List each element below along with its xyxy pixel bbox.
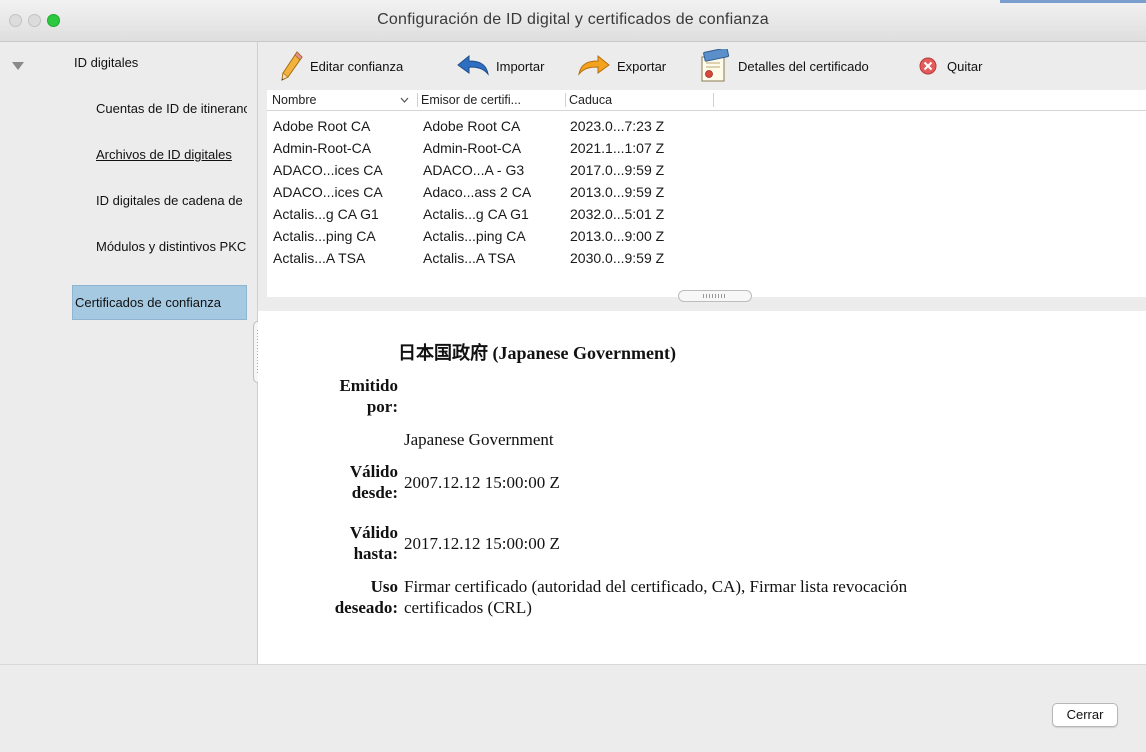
column-header-expires[interactable]: Caduca xyxy=(569,93,709,107)
table-row[interactable]: Admin-Root-CA Admin-Root-CA 2021.1...1:0… xyxy=(267,138,1146,159)
sidebar-item-id-digitales[interactable]: ID digitales xyxy=(74,55,138,70)
cell-expires: 2030.0...9:59 Z xyxy=(570,250,665,266)
column-divider[interactable] xyxy=(713,93,714,107)
title-bar: Configuración de ID digital y certificad… xyxy=(0,0,1146,42)
intended-usage-value: Firmar certificado (autoridad del certif… xyxy=(404,577,908,617)
valid-to-value: 2017.12.12 15:00:00 Z xyxy=(404,534,560,553)
certificate-table: Nombre Emisor de certifi... Caduca Adobe… xyxy=(267,90,1146,298)
cell-expires: 2023.0...7:23 Z xyxy=(570,118,665,134)
import-label: Importar xyxy=(496,58,545,74)
certificate-details-icon xyxy=(701,49,730,82)
cell-name: Actalis...ping CA xyxy=(273,228,376,244)
cell-expires: 2032.0...5:01 Z xyxy=(570,206,665,222)
table-row[interactable]: Adobe Root CA Adobe Root CA 2023.0...7:2… xyxy=(267,116,1146,137)
valid-from-label: Válido desde: xyxy=(349,462,398,502)
valid-from-value: 2007.12.12 15:00:00 Z xyxy=(404,473,560,492)
remove-button[interactable]: Quitar xyxy=(919,42,982,90)
issued-by-label: Emitido por: xyxy=(339,376,398,416)
import-arrow-icon xyxy=(457,54,489,76)
sidebar-item-label: Certificados de confianza xyxy=(75,295,221,310)
table-header: Nombre Emisor de certifi... Caduca xyxy=(267,90,1146,111)
cell-issuer: ADACO...A - G3 xyxy=(423,162,525,178)
table-row[interactable]: Actalis...ping CA Actalis...ping CA 2013… xyxy=(267,226,1146,247)
cell-name: Admin-Root-CA xyxy=(273,140,372,156)
export-button[interactable]: Exportar xyxy=(577,42,666,90)
table-row[interactable]: Actalis...A TSA Actalis...A TSA 2030.0..… xyxy=(267,248,1146,269)
certificate-subject-title: 日本国政府 (Japanese Government) xyxy=(398,343,676,363)
table-row[interactable]: Actalis...g CA G1 Actalis...g CA G1 2032… xyxy=(267,204,1146,225)
sidebar: ID digitales Cuentas de ID de itineranci… xyxy=(0,42,258,664)
table-row[interactable]: ADACO...ices CA ADACO...A - G3 2017.0...… xyxy=(267,160,1146,181)
cell-issuer: Actalis...ping CA xyxy=(423,228,526,244)
cell-issuer: Actalis...A TSA xyxy=(423,250,516,266)
sidebar-item-pkcs11-modules[interactable]: Módulos y distintivos PKCS#11 xyxy=(96,239,247,254)
window-title: Configuración de ID digital y certificad… xyxy=(377,11,769,28)
cell-issuer: Adaco...ass 2 CA xyxy=(423,184,532,200)
column-divider[interactable] xyxy=(565,93,566,107)
sidebar-item-keychain-ids[interactable]: ID digitales de cadena de claves xyxy=(96,193,247,208)
cell-issuer: Actalis...g CA G1 xyxy=(423,206,529,222)
certificate-details-panel: 日本国政府 (Japanese Government) Emitido por:… xyxy=(258,311,1146,664)
disclosure-triangle-icon[interactable] xyxy=(12,62,24,70)
sidebar-item-id-files[interactable]: Archivos de ID digitales xyxy=(96,147,247,162)
cell-name: Adobe Root CA xyxy=(273,118,371,134)
dialog-footer xyxy=(0,664,1146,752)
cell-name: ADACO...ices CA xyxy=(273,162,383,178)
cell-expires: 2013.0...9:59 Z xyxy=(570,184,665,200)
import-button[interactable]: Importar xyxy=(456,42,544,90)
cell-expires: 2017.0...9:59 Z xyxy=(570,162,665,178)
horizontal-splitter-handle[interactable] xyxy=(678,290,752,302)
title-accent-strip xyxy=(1000,0,1146,3)
remove-icon xyxy=(919,57,937,75)
certificate-details-label: Detalles del certificado xyxy=(738,58,869,74)
sidebar-item-trusted-certificates[interactable]: Certificados de confianza xyxy=(72,285,247,320)
sort-descending-icon xyxy=(400,97,409,103)
valid-to-label: Válido hasta: xyxy=(349,523,398,563)
issued-by-value: Japanese Government xyxy=(404,430,554,449)
cell-expires: 2021.1...1:07 Z xyxy=(570,140,665,156)
edit-trust-label: Editar confianza xyxy=(310,58,404,74)
cell-issuer: Adobe Root CA xyxy=(423,118,521,134)
intended-usage-label: Uso deseado: xyxy=(334,577,398,617)
close-button[interactable]: Cerrar xyxy=(1052,703,1118,727)
toolbar: Editar confianza Importar Exportar Detal… xyxy=(258,42,1146,90)
cell-issuer: Admin-Root-CA xyxy=(423,140,522,156)
cell-name: ADACO...ices CA xyxy=(273,184,383,200)
column-divider[interactable] xyxy=(417,93,418,107)
remove-label: Quitar xyxy=(947,58,983,74)
table-row[interactable]: ADACO...ices CA Adaco...ass 2 CA 2013.0.… xyxy=(267,182,1146,203)
export-arrow-icon xyxy=(578,54,610,76)
export-label: Exportar xyxy=(617,58,667,74)
edit-trust-button[interactable]: Editar confianza xyxy=(280,42,403,90)
cell-name: Actalis...g CA G1 xyxy=(273,206,379,222)
column-header-name[interactable]: Nombre xyxy=(272,93,412,107)
sidebar-item-roaming-accounts[interactable]: Cuentas de ID de itinerancia xyxy=(96,101,247,116)
column-header-issuer[interactable]: Emisor de certifi... xyxy=(421,93,561,107)
cell-name: Actalis...A TSA xyxy=(273,250,366,266)
cell-expires: 2013.0...9:00 Z xyxy=(570,228,665,244)
pencil-icon xyxy=(281,51,303,81)
certificate-details-button[interactable]: Detalles del certificado xyxy=(698,42,869,90)
